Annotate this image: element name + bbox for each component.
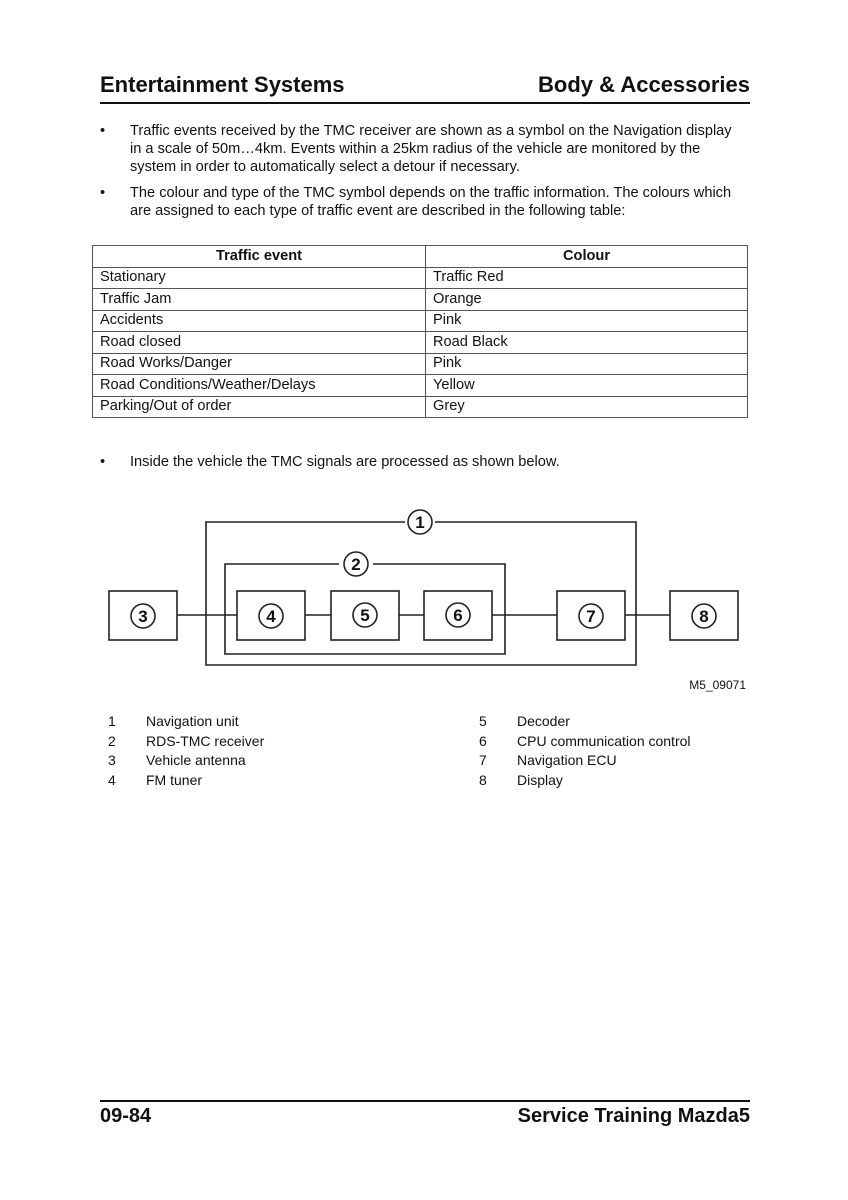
legend-number: 1 (108, 713, 116, 729)
table-cell: Road Works/Danger (92, 352, 426, 375)
legend-number: 7 (479, 752, 487, 768)
legend-number: 8 (479, 771, 487, 788)
page-footer: 09-84 Service Training Mazda5 (100, 1100, 750, 1130)
table-cell: Pink (425, 309, 748, 332)
table-cell: Pink (425, 352, 748, 375)
section-title: Entertainment Systems (100, 72, 345, 97)
legend-label: FM tuner (146, 771, 203, 788)
chapter-title: Body & Accessories (538, 72, 750, 97)
page-header: Entertainment Systems Body & Accessories (100, 72, 750, 104)
callout-label-6: 6 (453, 606, 462, 625)
table-cell: Road Conditions/Weather/Delays (92, 374, 426, 397)
legend-number: 6 (479, 732, 487, 749)
table-cell: Traffic Red (425, 266, 748, 289)
bullet-icon: • (100, 123, 106, 139)
bullet-icon: • (100, 454, 106, 470)
tmc-block-diagram: 1 2 3 4 5 6 7 8 (108, 509, 739, 666)
table-row: Road Conditions/Weather/Delays Yellow (92, 374, 748, 397)
figure-id: M5_09071 (689, 678, 746, 692)
publication-title: Service Training Mazda5 (517, 1105, 750, 1127)
legend-label: Navigation unit (146, 713, 239, 729)
callout-label-3: 3 (138, 607, 147, 626)
legend-number: 5 (479, 713, 487, 729)
table-row: Parking/Out of order Grey (92, 395, 748, 418)
navigation-unit-frame (205, 521, 637, 666)
callout-label-8: 8 (699, 607, 708, 626)
intro-bullets: • Traffic events received by the TMC rec… (100, 122, 740, 228)
table-cell: Stationary (92, 266, 426, 289)
table-cell: Yellow (425, 374, 748, 397)
callout-label-2: 2 (351, 555, 360, 574)
callout-label-1: 1 (415, 513, 424, 532)
legend-label: Decoder (517, 713, 570, 729)
table-cell: Orange (425, 288, 748, 311)
legend-number: 4 (108, 771, 116, 788)
bullet-item: • The colour and type of the TMC symbol … (100, 184, 740, 220)
legend-label: Navigation ECU (517, 752, 617, 768)
legend-number: 2 (108, 732, 116, 749)
table-row: Road Works/Danger Pink (92, 352, 748, 375)
table-row: Road closed Road Black (92, 331, 748, 354)
table-cell: Accidents (92, 309, 426, 332)
legend-label: Vehicle antenna (146, 752, 246, 768)
callout-label-5: 5 (360, 606, 369, 625)
bullet-text: The colour and type of the TMC symbol de… (130, 185, 732, 219)
legend-number: 3 (108, 752, 116, 768)
bullet-text: Inside the vehicle the TMC signals are p… (130, 454, 560, 470)
callout-label-7: 7 (586, 607, 595, 626)
legend-label: RDS-TMC receiver (146, 732, 265, 749)
table-cell: Road closed (92, 331, 426, 354)
table-cell: Traffic Jam (92, 288, 426, 311)
table-header-row: Traffic event Colour (92, 245, 748, 268)
table-row: Traffic Jam Orange (92, 288, 748, 311)
table-row: Accidents Pink (92, 309, 748, 332)
column-header: Colour (425, 245, 748, 268)
table-row: Stationary Traffic Red (92, 266, 748, 289)
table-cell: Parking/Out of order (92, 395, 426, 418)
traffic-colour-table: Traffic event Colour Stationary Traffic R… (92, 245, 748, 418)
table-cell: Road Black (425, 331, 748, 354)
legend-label: Display (517, 771, 563, 788)
column-header: Traffic event (92, 245, 426, 268)
page-number: 09-84 (100, 1105, 152, 1127)
bullet-text: Traffic events received by the TMC recei… (130, 123, 732, 175)
legend-label: CPU communication control (517, 732, 691, 749)
bullet-icon: • (100, 185, 106, 201)
bullet-item: • Traffic events received by the TMC rec… (100, 122, 740, 176)
table-cell: Grey (425, 395, 748, 418)
callout-label-4: 4 (266, 607, 276, 626)
